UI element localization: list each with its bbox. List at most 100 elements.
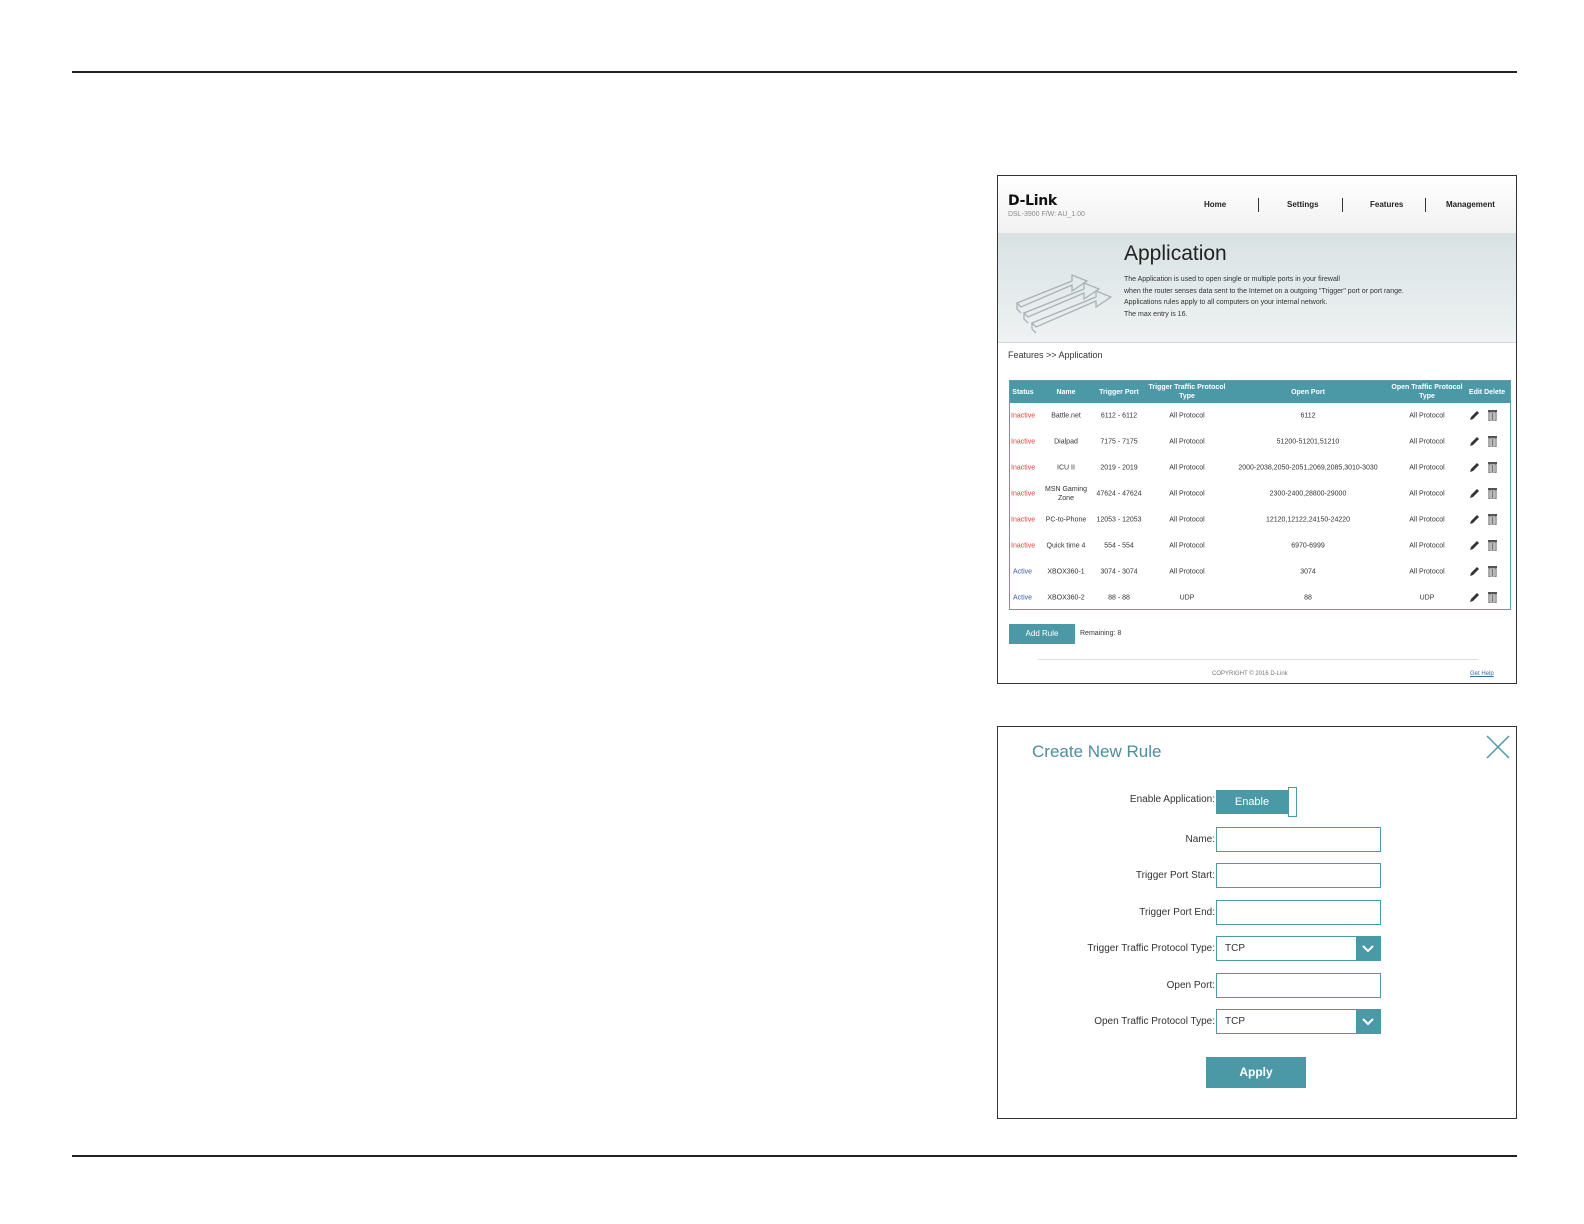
port-arrows-icon [1015,274,1112,334]
copyright-text: COPYRIGHT © 2016 D-Link [1212,671,1288,677]
row-trigger-type: All Protocol [1169,464,1205,472]
edit-pencil-icon[interactable] [1469,540,1480,551]
row-open-port: 88 [1304,594,1312,602]
row-name: MSN Gaming Zone [1044,486,1087,502]
add-rule-button[interactable]: Add Rule [1009,624,1075,644]
table-row: Inactive ICU II 2019 - 2019 All Protocol… [1010,455,1510,481]
row-trigger-type: All Protocol [1169,412,1205,420]
table-row: Inactive PC-to-Phone 12053 - 12053 All P… [1010,507,1510,533]
delete-trash-icon[interactable] [1488,436,1497,447]
page-description: The Application is used to open single o… [1124,274,1454,320]
nav-separator [1342,198,1343,212]
row-name: PC-to-Phone [1045,516,1087,524]
name-label: Name: [1185,834,1215,845]
enable-application-toggle[interactable]: Enable [1216,787,1298,819]
trigger-port-end-input[interactable] [1216,900,1381,925]
row-status: Inactive [1011,490,1036,498]
name-input[interactable] [1216,827,1381,852]
row-name: Dialpad [1054,438,1078,446]
delete-trash-icon[interactable] [1488,566,1497,577]
edit-pencil-icon[interactable] [1469,462,1480,473]
row-open-port: 6970-6999 [1291,542,1325,550]
row-trigger-port: 6112 - 6112 [1100,412,1138,420]
col-open-type: Open Traffic Protocol Type [1391,384,1463,400]
close-icon[interactable] [1486,735,1510,759]
chevron-down-icon [1356,1010,1380,1033]
trigger-port-start-input[interactable] [1216,863,1381,888]
nav-settings[interactable]: Settings [1287,200,1319,209]
nav-separator [1258,198,1259,212]
top-rule [72,71,1517,73]
row-open-port: 12120,12122,24150-24220 [1265,516,1351,524]
row-status: Inactive [1011,542,1036,550]
open-port-label: Open Port: [1166,980,1215,991]
edit-pencil-icon[interactable] [1469,514,1480,525]
nav-management[interactable]: Management [1446,200,1495,209]
delete-trash-icon[interactable] [1488,488,1497,499]
trigger-traffic-type-value: TCP [1225,943,1245,954]
open-traffic-type-select[interactable]: TCP [1216,1009,1381,1034]
page-title: Application [1124,242,1227,265]
get-help-link[interactable]: Get Help [1470,671,1494,677]
table-row: Active XBOX360-1 3074 - 3074 All Protoco… [1010,559,1510,585]
delete-trash-icon[interactable] [1488,410,1497,421]
row-trigger-port: 3074 - 3074 [1100,568,1138,576]
toggle-enable-text: Enable [1216,790,1288,814]
row-status: Inactive [1011,464,1036,472]
trigger-traffic-type-select[interactable]: TCP [1216,936,1381,961]
row-status: Inactive [1011,516,1036,524]
row-open-type: All Protocol [1409,490,1445,498]
table-row: Inactive Quick time 4 554 - 554 All Prot… [1010,533,1510,559]
modal-title: Create New Rule [1032,742,1162,761]
edit-pencil-icon[interactable] [1469,592,1480,603]
row-trigger-type: All Protocol [1169,438,1205,446]
row-trigger-type: All Protocol [1169,490,1205,498]
row-open-port: 51200-51201,51210 [1276,438,1340,446]
row-name: Battle.net [1051,412,1081,420]
col-trigger-port: Trigger Port [1099,389,1139,396]
router-header: D-Link DSL-3900 F/W: AU_1.00 Home Settin… [998,176,1516,233]
delete-trash-icon[interactable] [1488,540,1497,551]
row-open-port: 6112 [1300,412,1316,420]
footer-divider [1038,659,1478,660]
row-trigger-port: 12053 - 12053 [1096,516,1142,524]
row-trigger-port: 554 - 554 [1104,542,1134,550]
chevron-down-icon [1356,937,1380,960]
row-trigger-port: 7175 - 7175 [1100,438,1138,446]
table-row: Inactive MSN Gaming Zone 47624 - 47624 A… [1010,481,1510,507]
row-open-type: All Protocol [1409,568,1445,576]
col-trigger-type: Trigger Traffic Protocol Type [1148,384,1226,400]
description-line: when the router senses data sent to the … [1124,287,1404,295]
col-status: Status [1012,389,1034,396]
open-port-input[interactable] [1216,973,1381,998]
row-status: Active [1013,568,1033,576]
row-trigger-port: 88 - 88 [1108,594,1130,602]
page-banner: Application The Application is used to o… [998,233,1516,343]
row-status: Inactive [1011,438,1036,446]
row-name: ICU II [1057,464,1075,472]
delete-trash-icon[interactable] [1488,462,1497,473]
edit-pencil-icon[interactable] [1469,410,1480,421]
enable-application-label: Enable Application: [1129,794,1215,805]
edit-pencil-icon[interactable] [1469,436,1480,447]
nav-home[interactable]: Home [1204,200,1226,209]
row-open-type: UDP [1419,594,1435,602]
breadcrumb: Features >> Application [1008,350,1103,360]
edit-pencil-icon[interactable] [1469,566,1480,577]
row-trigger-type: UDP [1179,594,1195,602]
row-open-port: 2300-2400,28800-29000 [1269,490,1347,498]
edit-pencil-icon[interactable] [1469,488,1480,499]
row-name: Quick time 4 [1046,542,1086,550]
col-edit-delete: Edit Delete [1468,389,1506,396]
col-name: Name [1056,389,1076,396]
delete-trash-icon[interactable] [1488,514,1497,525]
delete-trash-icon[interactable] [1488,592,1497,603]
nav-separator [1425,198,1426,212]
apply-button[interactable]: Apply [1206,1057,1306,1088]
nav-features[interactable]: Features [1370,200,1403,209]
open-traffic-type-value: TCP [1225,1016,1245,1027]
table-header: Status Name Trigger Port Trigger Traffic… [1010,381,1510,403]
open-traffic-type-label: Open Traffic Protocol Type: [1094,1016,1215,1027]
application-page-screenshot: D-Link DSL-3900 F/W: AU_1.00 Home Settin… [997,175,1517,684]
description-line: The max entry is 16. [1124,310,1188,318]
